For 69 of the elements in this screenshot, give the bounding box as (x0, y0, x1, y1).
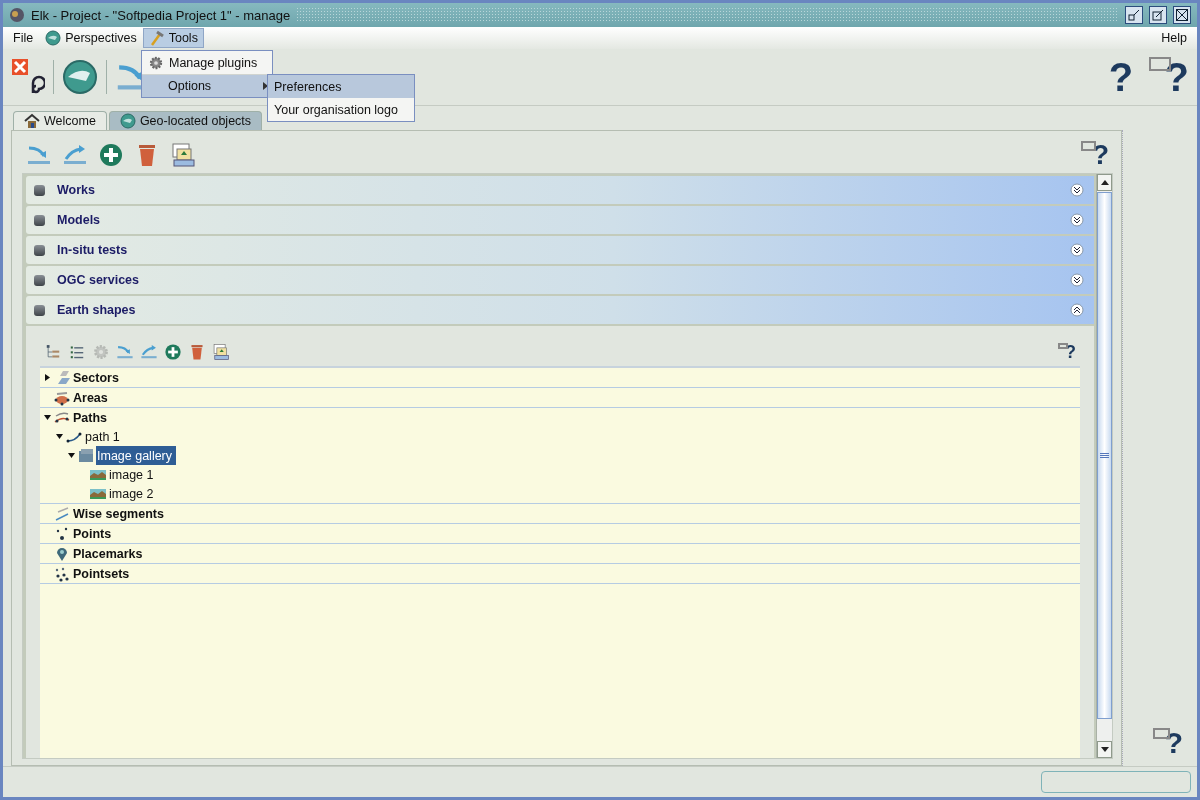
expand-toggle-icon[interactable] (43, 374, 51, 381)
tab[interactable]: Welcome (13, 111, 107, 130)
menu-entry[interactable]: Your organisation logo (268, 98, 414, 121)
points-icon (54, 525, 70, 542)
tree-item[interactable]: Points (72, 524, 116, 543)
expand-toggle-icon[interactable] (67, 452, 75, 459)
tree-view-icon[interactable] (44, 343, 62, 361)
collapse-icon[interactable] (1070, 303, 1084, 317)
globe-icon (119, 113, 136, 129)
trash-icon[interactable] (188, 343, 206, 361)
submenu-arrow-icon (263, 82, 268, 90)
tree-item[interactable]: image 2 (108, 484, 158, 503)
expand-icon[interactable] (1070, 213, 1084, 227)
menu-item[interactable]: Tools (142, 28, 204, 48)
bullet-icon (34, 304, 45, 316)
close-button[interactable] (1173, 6, 1191, 24)
menu-item[interactable]: Perspectives (39, 28, 143, 48)
hammer-icon (148, 30, 165, 46)
scrollbar[interactable] (1096, 174, 1112, 758)
section-header[interactable]: Models (26, 206, 1094, 234)
list-icon[interactable] (68, 343, 86, 361)
segment-icon (54, 505, 70, 522)
tree-item[interactable]: Areas (72, 388, 112, 407)
tree-item[interactable]: Wise segments (72, 504, 168, 523)
scroll-up-arrow-icon[interactable] (1100, 180, 1109, 185)
expand-toggle-icon[interactable] (55, 433, 63, 440)
maximize-button[interactable] (1149, 6, 1167, 24)
tree-item[interactable]: path 1 (84, 427, 124, 446)
bullet-icon (34, 214, 45, 226)
section-header[interactable]: Works (26, 176, 1094, 204)
house-icon (24, 113, 40, 129)
menu-entry[interactable]: Manage plugins (142, 51, 272, 74)
tab[interactable]: Geo-located objects (108, 111, 263, 130)
help-button[interactable]: ? (1101, 57, 1141, 97)
tree-item[interactable]: Placemarks (72, 544, 147, 563)
globe-icon (45, 30, 62, 46)
folder-icon (78, 447, 94, 464)
menu-entry[interactable]: Preferences (268, 75, 414, 98)
expand-icon[interactable] (1070, 273, 1084, 287)
polygon-icon (54, 389, 70, 406)
window-title: Elk - Project - "Softpedia Project 1" - manage (31, 7, 291, 23)
point-set-icon (54, 565, 70, 582)
bullet-icon (34, 184, 45, 196)
globe-icon[interactable] (62, 59, 98, 95)
menu-item[interactable]: File (7, 28, 40, 48)
tree-item[interactable]: Image gallery (96, 446, 177, 465)
section-header[interactable]: Earth shapes (26, 296, 1094, 324)
add-icon[interactable] (98, 142, 124, 168)
expand-icon[interactable] (1070, 183, 1084, 197)
expand-toggle-icon[interactable] (43, 414, 51, 421)
tree-item[interactable]: image 1 (108, 465, 158, 484)
minimize-button[interactable] (1125, 6, 1143, 24)
section-header[interactable]: OGC services (26, 266, 1094, 294)
section-header[interactable]: In-situ tests (26, 236, 1094, 264)
placemark-icon (54, 545, 70, 562)
upload-image-icon[interactable] (170, 142, 196, 168)
app-icon (9, 7, 25, 23)
tree-item[interactable]: Sectors (72, 368, 123, 387)
tree-item[interactable]: Paths (72, 408, 112, 427)
scroll-down-arrow-icon[interactable] (1100, 747, 1109, 752)
bullet-icon (34, 244, 45, 256)
grip-icon (1100, 453, 1109, 458)
upload-image-icon[interactable] (212, 343, 230, 361)
menu-item[interactable]: Help (1155, 28, 1193, 48)
gear-icon[interactable] (148, 54, 164, 71)
expand-icon[interactable] (1070, 243, 1084, 257)
tree-item[interactable]: Pointsets (72, 564, 134, 583)
bullet-icon (34, 274, 45, 286)
add-icon[interactable] (164, 343, 182, 361)
